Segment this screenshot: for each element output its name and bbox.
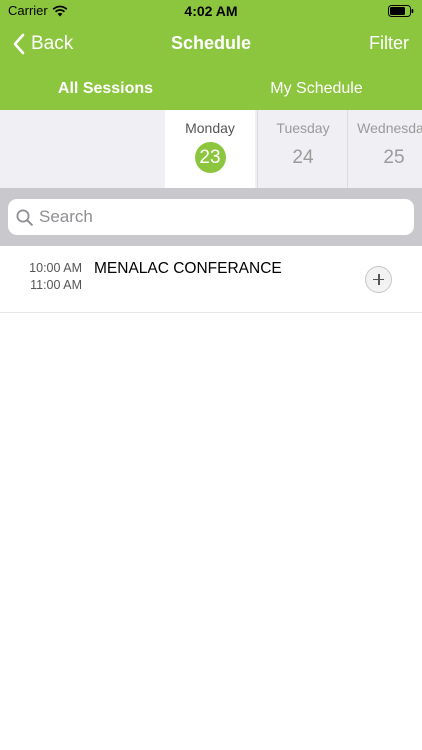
date-selector: Monday 23 Tuesday 24 Wednesday 25: [0, 110, 422, 188]
day-number: 25: [383, 147, 405, 168]
filter-button[interactable]: Filter: [369, 33, 409, 54]
add-to-schedule-button[interactable]: [365, 266, 392, 293]
search-icon: [16, 209, 33, 226]
page-title: Schedule: [170, 33, 252, 53]
day-tuesday[interactable]: Tuesday 24: [258, 110, 348, 188]
day-name: Wednesday: [357, 120, 422, 136]
search-field[interactable]: [8, 199, 414, 235]
status-time: 4:02 AM: [184, 3, 238, 19]
tab-all-sessions[interactable]: All Sessions: [0, 70, 211, 108]
session-end-time: 11:00 AM: [30, 277, 82, 292]
segment-tabs: All Sessions My Schedule: [0, 70, 422, 108]
search-bar: [0, 188, 422, 246]
tab-my-schedule[interactable]: My Schedule: [211, 70, 422, 108]
status-bar: Carrier 4:02 AM: [0, 0, 422, 22]
session-row[interactable]: 10:00 AM 11:00 AM MENALAC CONFERANCE: [0, 246, 422, 313]
search-input[interactable]: [39, 207, 399, 227]
navigation-bar: Back Schedule Filter: [0, 22, 422, 66]
session-start-time: 10:00 AM: [29, 261, 82, 275]
battery-icon: [388, 4, 414, 17]
day-wednesday[interactable]: Wednesday 25: [348, 110, 422, 188]
session-title: MENALAC CONFERANCE: [94, 260, 282, 277]
day-name: Monday: [185, 120, 235, 136]
day-monday[interactable]: Monday 23: [165, 110, 255, 188]
day-name: Tuesday: [276, 120, 330, 136]
day-number: 24: [292, 147, 314, 168]
session-times: 10:00 AM 11:00 AM: [0, 260, 82, 293]
day-number: 23: [194, 142, 226, 173]
